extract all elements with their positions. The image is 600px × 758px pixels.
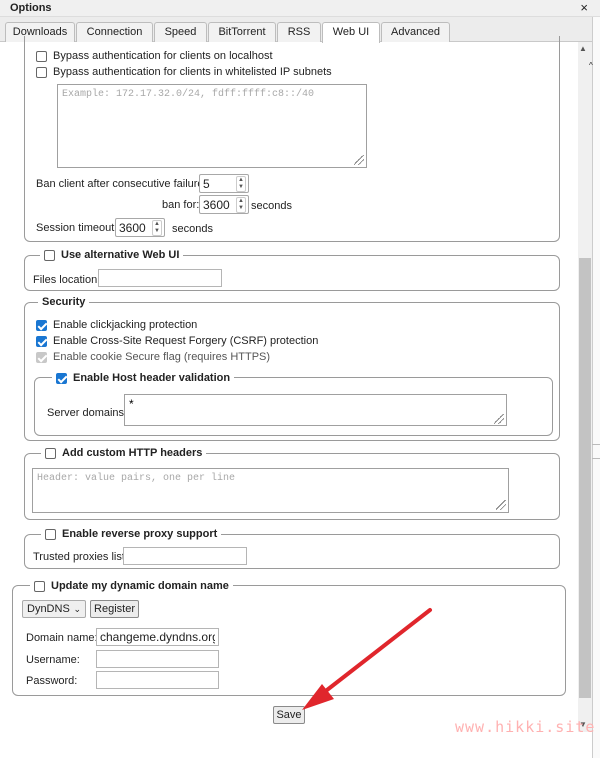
annotation-arrow-icon bbox=[302, 608, 432, 710]
watermark-text: www.hikki.site bbox=[455, 718, 596, 736]
